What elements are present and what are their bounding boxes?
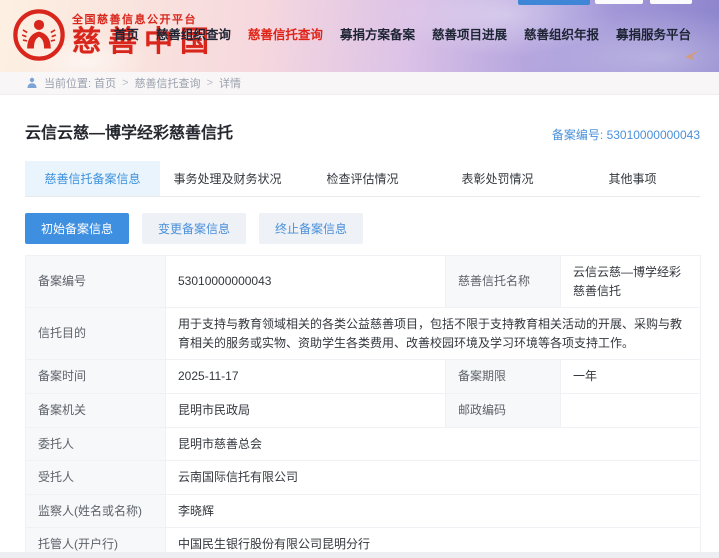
field-label: 委托人 — [26, 427, 166, 461]
field-value — [561, 393, 701, 427]
breadcrumb-trust-search[interactable]: 慈善信托查询 — [135, 75, 201, 91]
topbar-cutoff-box-1 — [595, 0, 643, 4]
tab-affairs-finance[interactable]: 事务处理及财务状况 — [160, 161, 295, 196]
subtab-termination-filing[interactable]: 终止备案信息 — [259, 213, 363, 244]
nav-service-platform[interactable]: 募捐服务平台 — [616, 24, 691, 43]
breadcrumb-prefix: 当前位置: — [44, 75, 91, 91]
record-number-label: 备案编号: — [552, 128, 603, 142]
breadcrumb-separator: > — [122, 77, 128, 89]
breadcrumb-home[interactable]: 首页 — [94, 75, 116, 91]
field-label: 慈善信托名称 — [446, 256, 561, 308]
record-number: 备案编号: 53010000000043 — [552, 126, 700, 143]
charity-emblem-icon — [12, 8, 66, 62]
subtab-initial-filing[interactable]: 初始备案信息 — [25, 213, 129, 244]
table-row: 信托目的 用于支持与教育领域相关的各类公益慈善项目，包括不限于支持教育相关活动的… — [26, 308, 701, 360]
breadcrumb-current: 详情 — [219, 75, 241, 91]
field-label: 备案期限 — [446, 360, 561, 394]
decorative-arrow-icon — [685, 48, 701, 60]
detail-tabs: 慈善信托备案信息 事务处理及财务状况 检查评估情况 表彰处罚情况 其他事项 — [25, 161, 700, 197]
tab-other-matters[interactable]: 其他事项 — [565, 161, 700, 196]
site-header: 全国慈善信息公开平台 慈善中国 首页 慈善组织查询 慈善信托查询 募捐方案备案 … — [0, 0, 719, 72]
location-person-icon — [26, 77, 38, 89]
table-row: 备案编号 53010000000043 慈善信托名称 云信云慈—博学经彩慈善信托 — [26, 256, 701, 308]
record-number-value: 53010000000043 — [607, 128, 700, 142]
filing-subtabs: 初始备案信息 变更备案信息 终止备案信息 — [25, 213, 700, 244]
field-value: 云信云慈—博学经彩慈善信托 — [561, 256, 701, 308]
field-label: 备案时间 — [26, 360, 166, 394]
page-title: 云信云慈—博学经彩慈善信托 — [25, 119, 233, 143]
nav-trust-search[interactable]: 慈善信托查询 — [248, 24, 323, 43]
field-label: 备案机关 — [26, 393, 166, 427]
tab-filing-info[interactable]: 慈善信托备案信息 — [25, 161, 160, 196]
tab-inspection-evaluation[interactable]: 检查评估情况 — [295, 161, 430, 196]
field-label: 邮政编码 — [446, 393, 561, 427]
table-row: 受托人 云南国际信托有限公司 — [26, 461, 701, 495]
nav-project-progress[interactable]: 慈善项目进展 — [432, 24, 507, 43]
main-nav: 首页 慈善组织查询 慈善信托查询 募捐方案备案 慈善项目进展 慈善组织年报 募捐… — [114, 24, 691, 43]
nav-fundraising-filing[interactable]: 募捐方案备案 — [340, 24, 415, 43]
field-label: 信托目的 — [26, 308, 166, 360]
field-label: 备案编号 — [26, 256, 166, 308]
field-value: 昆明市民政局 — [166, 393, 446, 427]
field-value: 用于支持与教育领域相关的各类公益慈善项目，包括不限于支持教育相关活动的开展、采购… — [166, 308, 701, 360]
table-row: 委托人 昆明市慈善总会 — [26, 427, 701, 461]
topbar-cutoff-button — [518, 0, 590, 5]
nav-org-search[interactable]: 慈善组织查询 — [156, 24, 231, 43]
field-value: 53010000000043 — [166, 256, 446, 308]
nav-annual-report[interactable]: 慈善组织年报 — [524, 24, 599, 43]
breadcrumb-separator: > — [207, 77, 213, 89]
field-value: 一年 — [561, 360, 701, 394]
table-row: 备案机关 昆明市民政局 邮政编码 — [26, 393, 701, 427]
field-value: 2025-11-17 — [166, 360, 446, 394]
table-row: 备案时间 2025-11-17 备案期限 一年 — [26, 360, 701, 394]
field-value: 昆明市慈善总会 — [166, 427, 701, 461]
field-label: 监察人(姓名或名称) — [26, 494, 166, 528]
breadcrumb: 当前位置: 首页 > 慈善信托查询 > 详情 — [0, 72, 719, 95]
nav-home[interactable]: 首页 — [114, 24, 139, 43]
main-content: 云信云慈—博学经彩慈善信托 备案编号: 53010000000043 慈善信托备… — [0, 119, 719, 558]
topbar-cutoff-box-2 — [650, 0, 692, 4]
footer-strip — [0, 552, 719, 558]
field-label: 受托人 — [26, 461, 166, 495]
field-value: 李晓辉 — [166, 494, 701, 528]
field-value: 云南国际信托有限公司 — [166, 461, 701, 495]
table-row: 监察人(姓名或名称) 李晓辉 — [26, 494, 701, 528]
subtab-change-filing[interactable]: 变更备案信息 — [142, 213, 246, 244]
trust-detail-table: 备案编号 53010000000043 慈善信托名称 云信云慈—博学经彩慈善信托… — [25, 255, 701, 558]
tab-commendation-punishment[interactable]: 表彰处罚情况 — [430, 161, 565, 196]
